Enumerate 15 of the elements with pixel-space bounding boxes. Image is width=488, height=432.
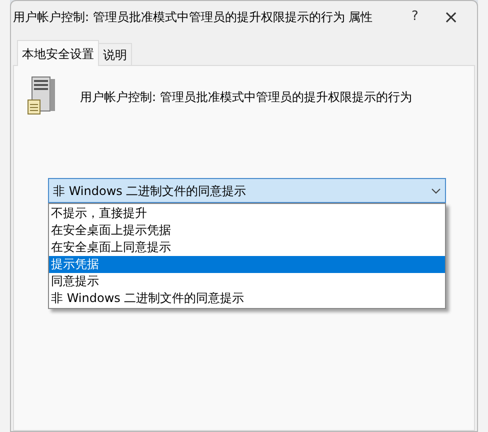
dropdown-option[interactable]: 非 Windows 二进制文件的同意提示 bbox=[49, 290, 445, 307]
server-icon bbox=[26, 76, 58, 116]
tab[interactable]: 说明 bbox=[99, 43, 132, 65]
close-button[interactable]: × bbox=[433, 3, 469, 31]
window-title: 用户帐户控制: 管理员批准模式中管理员的提升权限提示的行为 属性 bbox=[13, 9, 374, 26]
dropdown-option[interactable]: 在安全桌面上提示凭据 bbox=[49, 222, 445, 239]
dropdown-option[interactable]: 在安全桌面上同意提示 bbox=[49, 239, 445, 256]
dropdown-option[interactable]: 提示凭据 bbox=[49, 256, 445, 273]
dropdown[interactable]: 非 Windows 二进制文件的同意提示 bbox=[48, 178, 446, 203]
dropdown-option[interactable]: 同意提示 bbox=[49, 273, 445, 290]
tab[interactable]: 本地安全设置 bbox=[17, 40, 99, 66]
help-button[interactable]: ? bbox=[397, 3, 433, 31]
policy-title: 用户帐户控制: 管理员批准模式中管理员的提升权限提示的行为 bbox=[80, 89, 412, 106]
chevron-icon bbox=[431, 188, 441, 194]
dropdown-option[interactable]: 不提示，直接提升 bbox=[49, 205, 445, 222]
